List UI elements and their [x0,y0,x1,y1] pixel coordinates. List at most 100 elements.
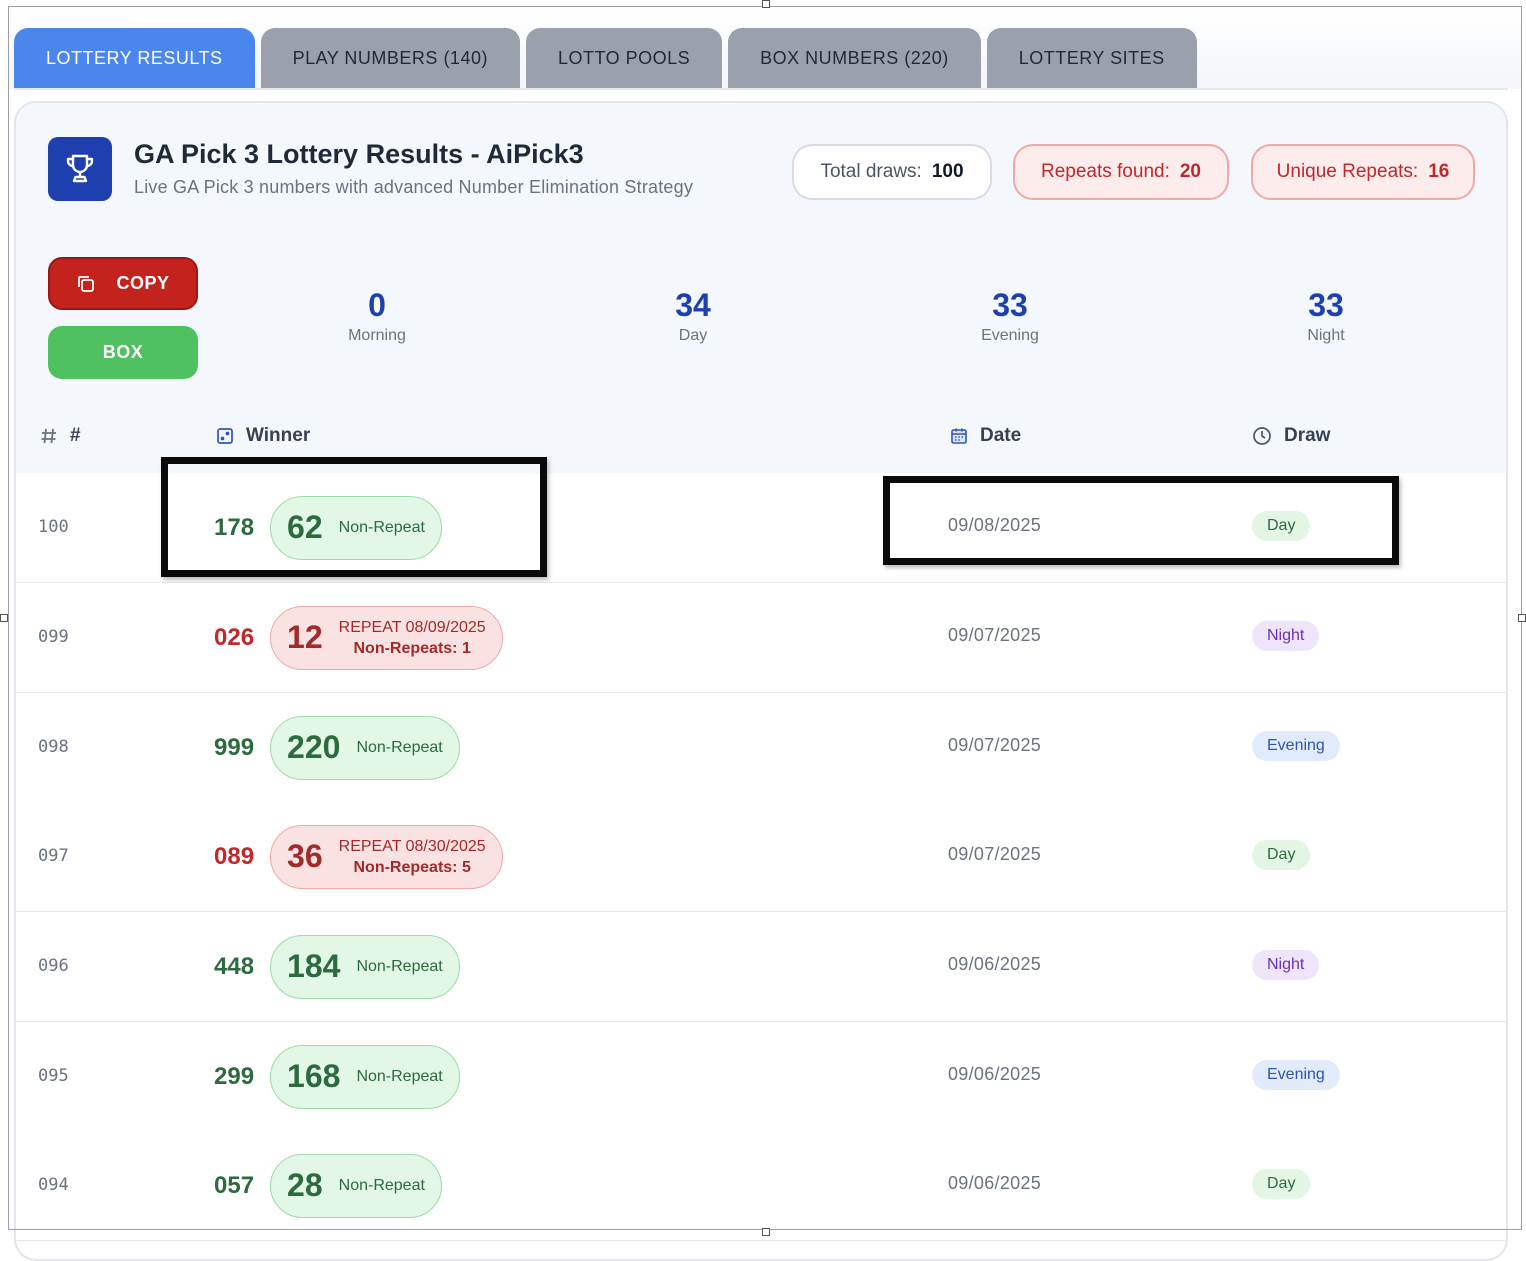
resize-handle[interactable] [762,0,770,8]
table-row[interactable]: 098 999 220 Non-Repeat 09/07/2025 Evenin… [16,693,1506,803]
box-number-chip: 220 Non-Repeat [270,715,460,780]
winning-number: 299 [214,1062,255,1090]
stat-label: Morning [348,327,406,344]
non-repeats-count: Non-Repeats: 5 [353,858,471,876]
repeat-status: Non-Repeat [338,1176,425,1194]
winner-cell: 026 12 REPEAT 08/09/2025 Non-Repeats: 1 [214,583,503,692]
winner-cell: 299 168 Non-Repeat [214,1022,460,1131]
repeat-status: Non-Repeat [338,518,425,536]
column-header-number[interactable]: # [40,425,81,447]
box-number-chip: 62 Non-Repeat [270,495,442,560]
box-button-label: BOX [102,342,144,362]
column-header-label: Winner [246,425,311,446]
draw-date: 09/06/2025 [948,1064,1042,1084]
column-header-draw[interactable]: Draw [1252,425,1330,447]
row-number: 097 [38,846,69,866]
stats-bar: COPY BOX 0 Morning 34 Day 33 Evening 33 … [16,235,1506,403]
unique-repeats-label: Unique Repeats: [1276,161,1419,182]
winning-number: 026 [214,623,255,651]
column-header-label: Date [980,425,1022,446]
winning-number: 057 [214,1171,255,1199]
card-header: GA Pick 3 Lottery Results - AiPick3 Live… [16,103,1506,237]
copy-button[interactable]: COPY [48,257,198,310]
table-row[interactable]: 099 026 12 REPEAT 08/09/2025 Non-Repeats… [16,583,1506,693]
results-card: GA Pick 3 Lottery Results - AiPick3 Live… [14,101,1508,1261]
stat-morning: 0 Morning [277,287,477,345]
unique-repeats-value: 16 [1428,161,1450,182]
winner-cell: 178 62 Non-Repeat [214,473,442,582]
row-number: 096 [38,956,69,976]
draw-badge: Day [1252,511,1311,541]
winning-number: 089 [214,842,255,870]
table-row[interactable]: 094 057 28 Non-Repeat 09/06/2025 Day [16,1131,1506,1241]
winning-number: 448 [214,952,255,980]
column-header-winner[interactable]: Winner [216,425,310,447]
stat-value: 34 [675,287,711,323]
copy-icon [76,274,96,294]
box-number: 36 [287,838,323,874]
draw-badge: Day [1252,1169,1311,1199]
box-number-chip: 12 REPEAT 08/09/2025 Non-Repeats: 1 [270,605,503,670]
stat-value: 33 [992,287,1028,323]
table-row[interactable]: 100 178 62 Non-Repeat 09/08/2025 Day [16,473,1506,583]
calendar-icon [950,427,968,445]
repeat-date: REPEAT 08/30/2025 [338,837,486,855]
box-number: 62 [287,509,323,545]
column-header-date[interactable]: Date [950,425,1021,447]
box-number: 220 [287,729,341,765]
trophy-icon [48,137,112,201]
winner-cell: 448 184 Non-Repeat [214,912,460,1021]
draw-date: 09/07/2025 [948,844,1042,864]
repeat-status: REPEAT 08/09/2025 Non-Repeats: 1 [339,617,486,659]
draw-date: 09/07/2025 [948,735,1042,755]
resize-handle[interactable] [1518,614,1526,622]
row-number: 099 [38,627,69,647]
column-header-label: Draw [1284,425,1331,446]
table-row[interactable]: 097 089 36 REPEAT 08/30/2025 Non-Repeats… [16,802,1506,912]
box-number-chip: 28 Non-Repeat [270,1153,442,1218]
row-number: 098 [38,737,69,757]
box-number: 12 [287,619,323,655]
stat-evening: 33 Evening [910,287,1110,345]
draw-badge: Night [1252,621,1320,651]
winner-cell: 999 220 Non-Repeat [214,693,460,802]
tab-bar: LOTTERY RESULTS PLAY NUMBERS (140) LOTTO… [14,28,1197,89]
box-number: 28 [287,1167,323,1203]
winner-cell: 057 28 Non-Repeat [214,1131,442,1240]
box-number-chip: 184 Non-Repeat [270,934,460,999]
total-draws-label: Total draws: [820,161,922,182]
stat-label: Night [1307,327,1345,344]
resize-handle[interactable] [0,614,8,622]
column-header-label: # [70,425,81,446]
tab-lottery-sites[interactable]: LOTTERY SITES [986,28,1197,89]
box-number: 168 [287,1058,341,1094]
stat-value: 0 [368,287,386,323]
table-row[interactable]: 095 299 168 Non-Repeat 09/06/2025 Evenin… [16,1022,1506,1132]
total-draws-value: 100 [931,161,964,182]
repeats-found-value: 20 [1179,161,1201,182]
row-number: 094 [38,1175,69,1195]
winning-number: 999 [214,733,255,761]
repeats-found-label: Repeats found: [1040,161,1170,182]
draw-badge: Night [1252,950,1320,980]
non-repeats-count: Non-Repeats: 1 [353,639,471,657]
repeat-status: Non-Repeat [356,1067,443,1085]
tab-lottery-results[interactable]: LOTTERY RESULTS [14,28,255,89]
clock-icon [1252,426,1272,446]
page-title: GA Pick 3 Lottery Results - AiPick3 [134,139,584,169]
unique-repeats-badge: Unique Repeats: 16 [1251,144,1475,200]
repeat-status: Non-Repeat [356,957,443,975]
tab-play-numbers[interactable]: PLAY NUMBERS (140) [260,28,520,89]
tab-lotto-pools[interactable]: LOTTO POOLS [525,28,723,89]
box-button[interactable]: BOX [48,326,198,379]
tab-box-numbers[interactable]: BOX NUMBERS (220) [728,28,981,89]
draw-date: 09/06/2025 [948,954,1042,974]
repeat-date: REPEAT 08/09/2025 [338,618,486,636]
repeat-status: Non-Repeat [356,738,443,756]
repeat-status: REPEAT 08/30/2025 Non-Repeats: 5 [339,836,486,878]
draw-date: 09/07/2025 [948,625,1042,645]
stat-day: 34 Day [593,287,793,345]
table-row[interactable]: 096 448 184 Non-Repeat 09/06/2025 Night [16,912,1506,1022]
resize-handle[interactable] [762,1228,770,1236]
winning-number: 178 [214,513,255,541]
